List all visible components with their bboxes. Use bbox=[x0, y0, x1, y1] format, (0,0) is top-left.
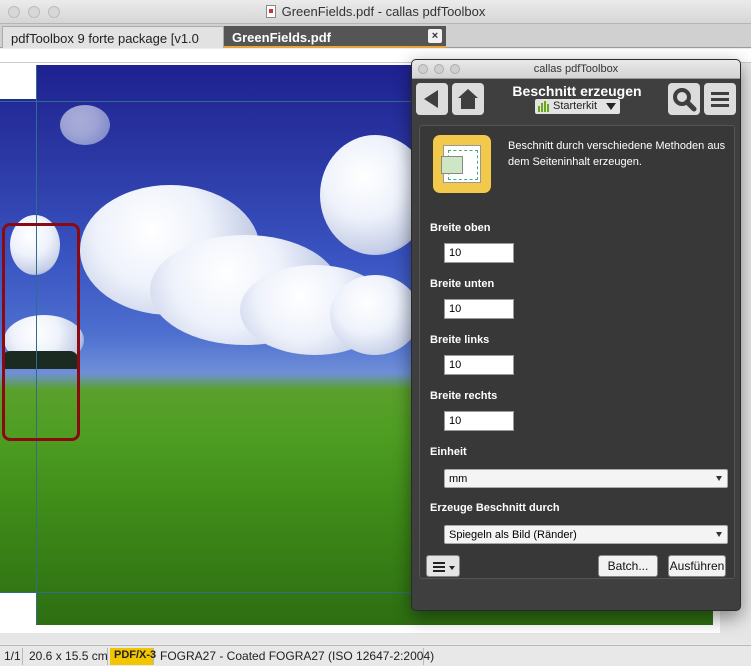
chevron-down-icon bbox=[716, 532, 722, 537]
label-method: Erzeuge Beschnitt durch bbox=[430, 502, 560, 514]
cloud bbox=[330, 275, 420, 355]
back-button[interactable] bbox=[416, 83, 448, 115]
menu-button[interactable] bbox=[704, 83, 736, 115]
chevron-down-icon bbox=[606, 103, 616, 110]
panel-titlebar: callas pdfToolbox bbox=[412, 60, 740, 79]
bottom-width-input[interactable] bbox=[444, 299, 514, 319]
search-icon bbox=[673, 88, 697, 112]
method-value: Spiegeln als Bild (Ränder) bbox=[449, 529, 577, 541]
label-unit: Einheit bbox=[430, 446, 467, 458]
page-size: 20.6 x 15.5 cm bbox=[25, 648, 108, 665]
tab-pdftoolbox-package[interactable]: pdfToolbox 9 forte package [v1.0 bbox=[2, 26, 224, 48]
back-arrow-icon bbox=[424, 90, 438, 108]
panel-header: Beschnitt erzeugen Starterkit bbox=[412, 79, 740, 119]
starterkit-icon bbox=[538, 101, 550, 112]
home-icon bbox=[458, 89, 478, 109]
fixup-description: Beschnitt durch verschiedene Methoden au… bbox=[508, 140, 726, 168]
fixup-settings: Beschnitt durch verschiedene Methoden au… bbox=[419, 125, 735, 579]
panel-window-title: callas pdfToolbox bbox=[533, 63, 619, 75]
pdfx-badge: PDF/X-3 bbox=[110, 648, 156, 665]
unit-value: mm bbox=[449, 473, 468, 485]
method-select[interactable]: Spiegeln als Bild (Ränder) bbox=[444, 525, 728, 544]
fixup-bleed-icon bbox=[433, 135, 491, 193]
left-width-input[interactable] bbox=[444, 355, 514, 375]
color-profile: FOGRA27 - Coated FOGRA27 (ISO 12647-2:20… bbox=[156, 648, 434, 665]
panel-minimize-button[interactable] bbox=[434, 64, 444, 74]
status-bar: 1/1 20.6 x 15.5 cm PDF/X-3 FOGRA27 - Coa… bbox=[0, 645, 751, 666]
trim-corner bbox=[0, 593, 36, 625]
search-button[interactable] bbox=[668, 83, 700, 115]
menu-icon bbox=[711, 92, 729, 107]
panel-zoom-button[interactable] bbox=[450, 64, 460, 74]
profile-kit-selector[interactable]: Starterkit bbox=[535, 99, 620, 114]
panel-title: Beschnitt erzeugen bbox=[512, 83, 642, 99]
batch-button[interactable]: Batch... bbox=[598, 555, 658, 577]
home-button[interactable] bbox=[452, 83, 484, 115]
page-indicator: 1/1 bbox=[0, 648, 23, 665]
tab-greenfields[interactable]: GreenFields.pdf × bbox=[224, 26, 446, 48]
tab-bar: pdfToolbox 9 forte package [v1.0 GreenFi… bbox=[0, 24, 751, 48]
trim-corner bbox=[0, 65, 36, 99]
close-icon[interactable]: × bbox=[428, 29, 442, 43]
cloud bbox=[60, 105, 110, 145]
document-icon bbox=[265, 5, 276, 18]
label-right-width: Breite rechts bbox=[430, 390, 498, 402]
label-left-width: Breite links bbox=[430, 334, 490, 346]
right-width-input[interactable] bbox=[444, 411, 514, 431]
panel-close-button[interactable] bbox=[418, 64, 428, 74]
window-title: GreenFields.pdf - callas pdfToolbox bbox=[0, 4, 751, 19]
label-bottom-width: Breite unten bbox=[430, 278, 495, 290]
run-button[interactable]: Ausführen bbox=[668, 555, 726, 577]
chevron-down-icon bbox=[716, 476, 722, 481]
pdftoolbox-panel: callas pdfToolbox Beschnitt erzeugen Sta… bbox=[411, 59, 741, 611]
window-titlebar: GreenFields.pdf - callas pdfToolbox bbox=[0, 0, 751, 24]
panel-footer: Batch... Ausführen bbox=[412, 550, 740, 590]
unit-select[interactable]: mm bbox=[444, 469, 728, 488]
kit-label: Starterkit bbox=[553, 100, 598, 112]
label-top-width: Breite oben bbox=[430, 222, 491, 234]
list-menu-button[interactable] bbox=[426, 555, 460, 577]
chevron-down-icon bbox=[449, 566, 455, 570]
top-width-input[interactable] bbox=[444, 243, 514, 263]
bleed-highlight bbox=[2, 223, 80, 441]
